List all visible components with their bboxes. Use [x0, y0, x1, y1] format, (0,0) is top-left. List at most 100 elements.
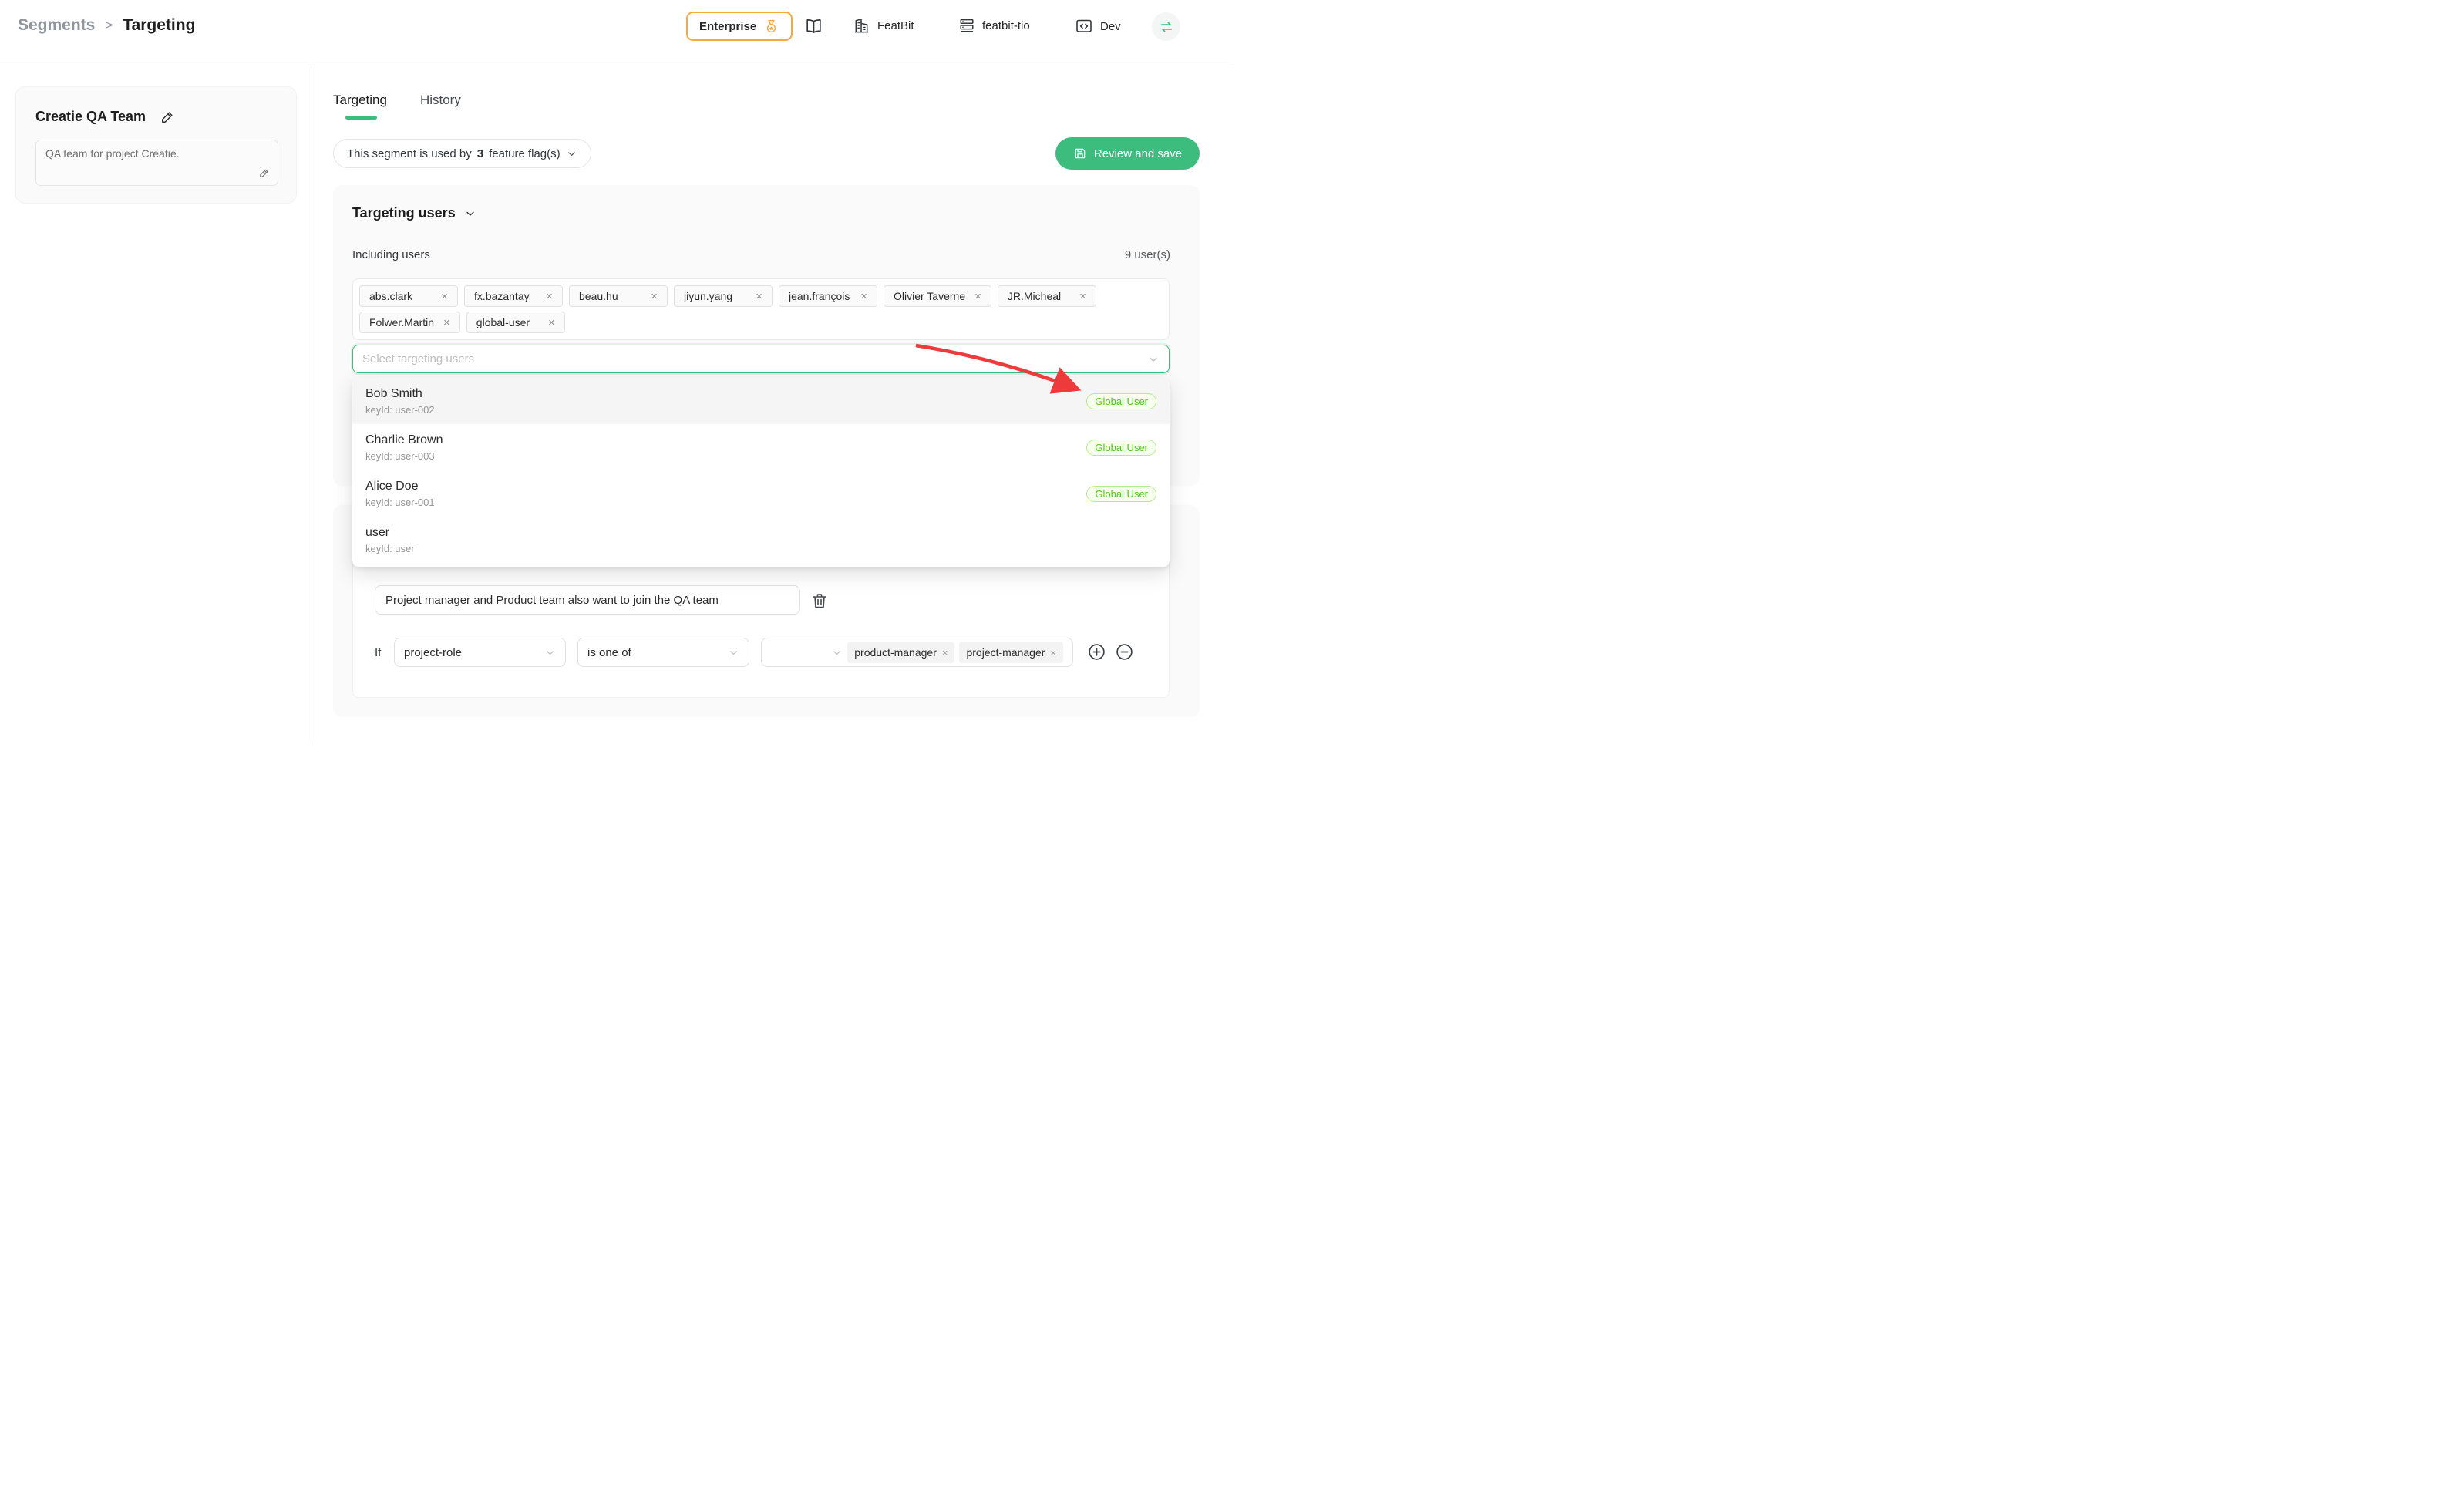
remove-tag-icon[interactable]: ×	[974, 291, 981, 302]
remove-condition-button[interactable]	[1115, 642, 1134, 662]
user-tag: jean.françois ×	[779, 285, 877, 307]
including-users-tags: abs.clark × fx.bazantay × beau.hu × jiyu…	[352, 278, 1170, 340]
top-bar: Segments > Targeting Enterprise	[0, 0, 1232, 66]
code-window-icon	[1075, 17, 1093, 35]
rule-value-tag: project-manager ×	[959, 642, 1063, 663]
user-tag: Olivier Taverne ×	[884, 285, 991, 307]
rule-values-select[interactable]: product-manager × project-manager ×	[761, 638, 1073, 667]
targeting-users-select[interactable]	[352, 345, 1170, 373]
rule-name-input[interactable]	[375, 585, 800, 615]
edit-name-icon[interactable]	[160, 109, 175, 125]
user-tag-label: global-user	[476, 316, 530, 328]
user-count: 9 user(s)	[1125, 248, 1170, 261]
user-tag-label: Olivier Taverne	[894, 290, 965, 302]
user-tag: abs.clark ×	[359, 285, 458, 307]
organization-switcher[interactable]: FeatBit	[853, 17, 914, 35]
remove-tag-icon[interactable]: ×	[443, 317, 450, 328]
user-tag: fx.bazantay ×	[464, 285, 563, 307]
rule-operator-select[interactable]: is one of	[577, 638, 749, 667]
remove-tag-icon[interactable]: ×	[651, 291, 658, 302]
dropdown-option[interactable]: Bob Smith keyId: user-002 Global User	[352, 378, 1170, 424]
dropdown-option-info: Alice Doe keyId: user-001	[365, 480, 435, 508]
project-switcher[interactable]: featbit-tio	[958, 17, 1030, 34]
segment-name-row: Creatie QA Team	[35, 109, 175, 125]
remove-tag-icon[interactable]: ×	[441, 291, 448, 302]
remove-value-icon[interactable]: ×	[942, 647, 948, 659]
remove-tag-icon[interactable]: ×	[546, 291, 553, 302]
docs-button[interactable]	[804, 17, 823, 36]
environment-label: Dev	[1100, 20, 1121, 33]
review-and-save-label: Review and save	[1094, 147, 1182, 160]
segment-info-card: Creatie QA Team QA team for project Crea…	[15, 86, 297, 204]
chevron-down-icon	[566, 148, 577, 160]
swap-arrows-icon	[1159, 19, 1174, 35]
medal-icon	[763, 19, 779, 35]
switch-workspace-button[interactable]	[1152, 12, 1180, 41]
dropdown-option[interactable]: Charlie Brown keyId: user-003 Global Use…	[352, 424, 1170, 470]
targeting-users-dropdown: Bob Smith keyId: user-002 Global User Ch…	[352, 378, 1170, 567]
global-user-badge: Global User	[1086, 486, 1156, 502]
remove-tag-icon[interactable]: ×	[860, 291, 867, 302]
main-tabs: Targeting History	[333, 93, 461, 119]
breadcrumb: Segments > Targeting	[18, 16, 195, 35]
chevron-down-icon	[1147, 353, 1160, 366]
user-tag: JR.Micheal ×	[998, 285, 1096, 307]
dropdown-option[interactable]: Alice Doe keyId: user-001 Global User	[352, 470, 1170, 517]
page-title: Targeting	[123, 16, 195, 35]
segment-targeting-page: Segments > Targeting Enterprise	[0, 0, 1232, 745]
rule-if-label: If	[375, 646, 381, 659]
tab-history[interactable]: History	[420, 93, 461, 119]
add-condition-button[interactable]	[1087, 642, 1106, 662]
rule-property-select[interactable]: project-role	[394, 638, 566, 667]
project-label: featbit-tio	[982, 19, 1030, 32]
user-tag-label: jiyun.yang	[684, 290, 732, 302]
user-tag-label: abs.clark	[369, 290, 412, 302]
segment-description-box[interactable]: QA team for project Creatie.	[35, 140, 278, 186]
review-and-save-button[interactable]: Review and save	[1055, 137, 1200, 170]
including-users-label: Including users	[352, 248, 430, 261]
dropdown-option-key: keyId: user-002	[365, 404, 435, 416]
user-tag: global-user ×	[466, 312, 565, 333]
plus-circle-icon	[1087, 642, 1106, 662]
project-icon	[958, 17, 975, 34]
targeting-users-search-input[interactable]	[362, 352, 1147, 366]
building-icon	[853, 17, 870, 35]
segment-name: Creatie QA Team	[35, 109, 146, 125]
user-tag-label: fx.bazantay	[474, 290, 530, 302]
rule-property-value: project-role	[404, 646, 462, 659]
breadcrumb-segments-link[interactable]: Segments	[18, 16, 95, 35]
user-tag: Folwer.Martin ×	[359, 312, 460, 333]
targeting-users-header[interactable]: Targeting users	[352, 205, 476, 221]
dropdown-option-key: keyId: user-003	[365, 450, 443, 462]
remove-value-icon[interactable]: ×	[1050, 647, 1056, 659]
save-icon	[1073, 147, 1087, 160]
user-tag-label: beau.hu	[579, 290, 618, 302]
trash-icon	[810, 591, 830, 610]
environment-switcher[interactable]: Dev	[1075, 17, 1121, 35]
rule-value-tag: product-manager ×	[847, 642, 954, 663]
user-tag: beau.hu ×	[569, 285, 668, 307]
rule-value-label: project-manager	[966, 646, 1045, 659]
rule-operator-value: is one of	[587, 646, 631, 659]
global-user-badge: Global User	[1086, 393, 1156, 409]
chevron-down-icon	[728, 647, 739, 659]
tab-targeting[interactable]: Targeting	[333, 93, 387, 119]
flag-usage-pill[interactable]: This segment is used by 3 feature flag(s…	[333, 139, 591, 168]
remove-tag-icon[interactable]: ×	[1079, 291, 1086, 302]
segment-description-text: QA team for project Creatie.	[45, 147, 180, 160]
delete-rule-button[interactable]	[810, 591, 830, 611]
remove-tag-icon[interactable]: ×	[756, 291, 762, 302]
dropdown-option-info: user keyId: user	[365, 526, 415, 554]
remove-tag-icon[interactable]: ×	[548, 317, 555, 328]
dropdown-option-name: Bob Smith	[365, 387, 435, 401]
book-icon	[804, 17, 823, 36]
breadcrumb-separator: >	[105, 18, 113, 33]
enterprise-plan-label: Enterprise	[699, 20, 756, 33]
chevron-down-icon	[544, 647, 556, 659]
dropdown-option-key: keyId: user	[365, 543, 415, 554]
dropdown-option-info: Bob Smith keyId: user-002	[365, 387, 435, 416]
dropdown-option[interactable]: user keyId: user	[352, 517, 1170, 563]
edit-description-icon[interactable]	[258, 167, 270, 179]
user-tag-label: JR.Micheal	[1008, 290, 1061, 302]
enterprise-plan-button[interactable]: Enterprise	[686, 12, 793, 41]
